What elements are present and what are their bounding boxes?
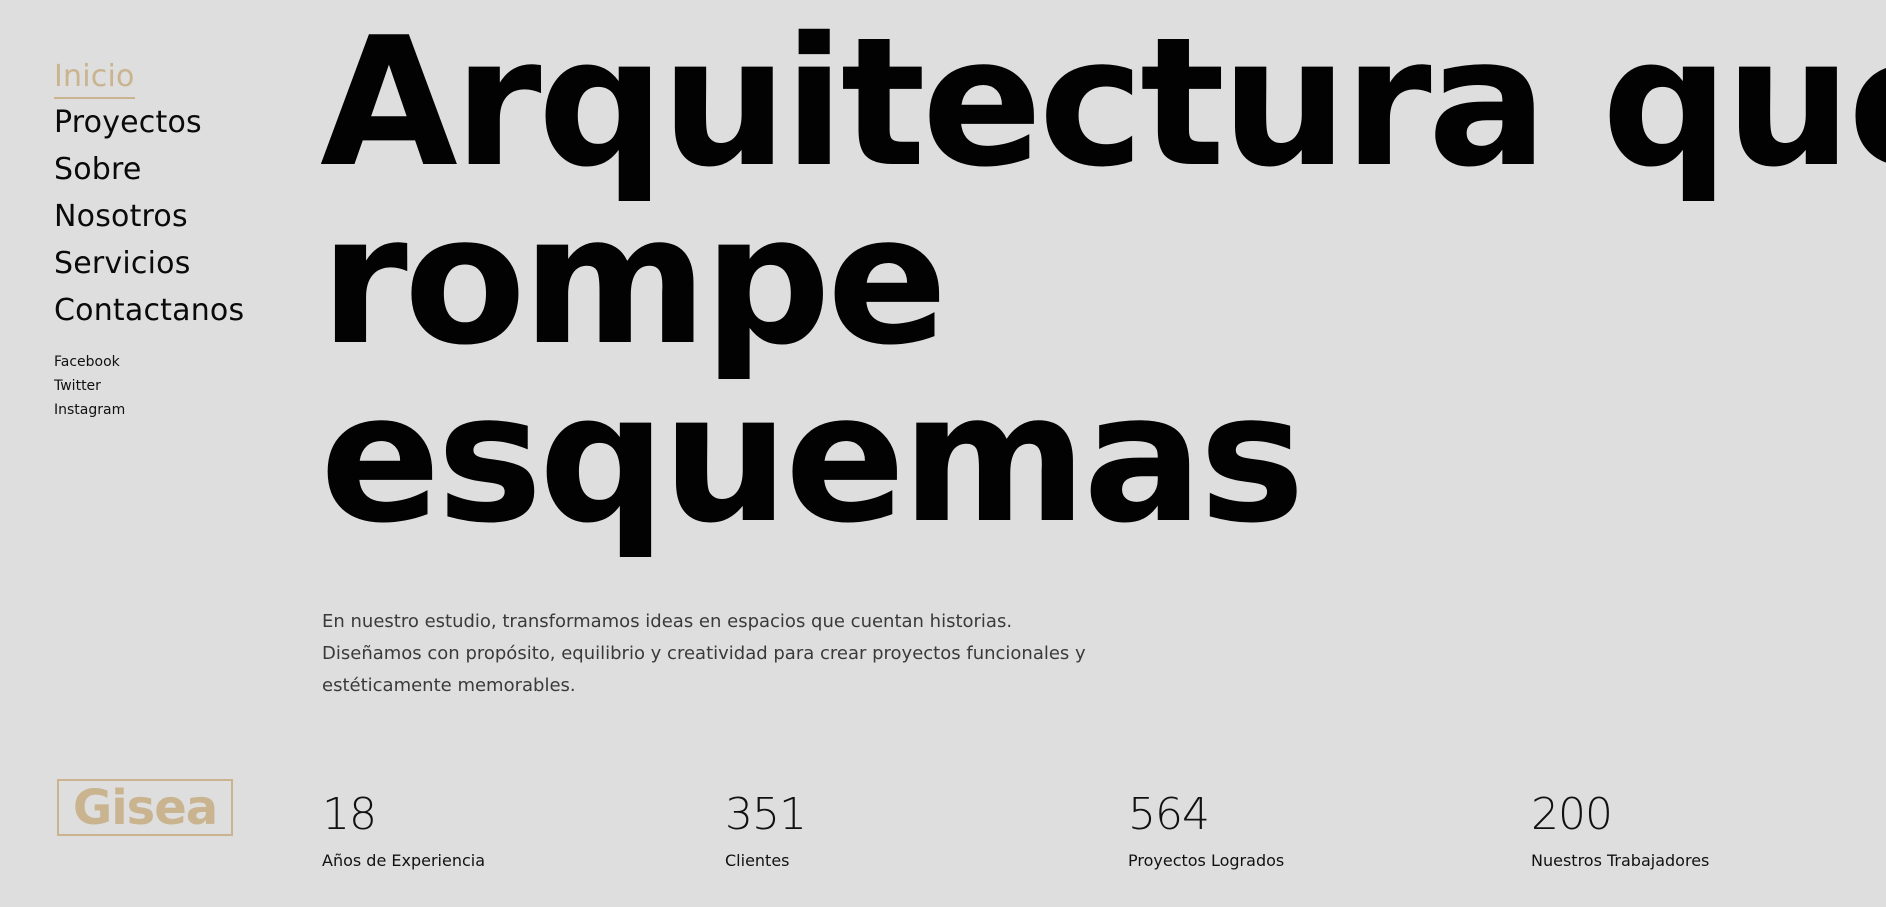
nav-item-proyectos[interactable]: Proyectos: [54, 99, 294, 146]
nav-item-nosotros[interactable]: Nosotros: [54, 193, 294, 240]
stat-experience: 18 Años de Experiencia: [322, 790, 702, 872]
stat-value: 351: [725, 789, 807, 840]
stats-section: 18 Años de Experiencia 351 Clientes 564 …: [322, 790, 1882, 900]
stat-label: Años de Experiencia: [322, 851, 486, 870]
stat-value: 18: [322, 789, 377, 840]
nav-item-inicio[interactable]: Inicio: [54, 52, 135, 99]
hero-heading-line: rompe: [320, 177, 948, 384]
stat-workers: 200 Nuestros Trabajadores: [1531, 790, 1886, 872]
social-link-twitter[interactable]: Twitter: [54, 374, 125, 398]
nav-item-contactanos[interactable]: Contactanos: [54, 287, 294, 334]
intro-line: estéticamente memorables.: [322, 675, 576, 696]
stat-value: 564: [1128, 789, 1210, 840]
intro-line: En nuestro estudio, transformamos ideas …: [322, 611, 1013, 632]
hero-heading-line: Arquitectura que: [320, 14, 1886, 206]
nav-item-sobre[interactable]: Sobre: [54, 146, 294, 193]
nav-item-servicios[interactable]: Servicios: [54, 240, 294, 287]
stat-projects: 564 Proyectos Logrados: [1128, 790, 1508, 872]
main-navigation: Inicio Proyectos Sobre Nosotros Servicio…: [54, 52, 294, 334]
intro-paragraph: En nuestro estudio, transformamos ideas …: [322, 606, 1122, 702]
stat-label: Clientes: [725, 851, 790, 870]
social-links: Facebook Twitter Instagram: [54, 350, 125, 422]
hero-heading-line: esquemas: [320, 355, 1305, 562]
stat-value: 200: [1531, 789, 1613, 840]
brand-logo[interactable]: Gisea: [57, 779, 233, 836]
stat-label: Proyectos Logrados: [1128, 851, 1285, 870]
stat-clients: 351 Clientes: [725, 790, 1105, 872]
social-link-instagram[interactable]: Instagram: [54, 398, 125, 422]
stat-label: Nuestros Trabajadores: [1531, 851, 1710, 870]
intro-line: Diseñamos con propósito, equilibrio y cr…: [322, 643, 1086, 664]
social-link-facebook[interactable]: Facebook: [54, 350, 125, 374]
hero-heading: Arquitectura que rompe esquemas: [320, 14, 1886, 574]
